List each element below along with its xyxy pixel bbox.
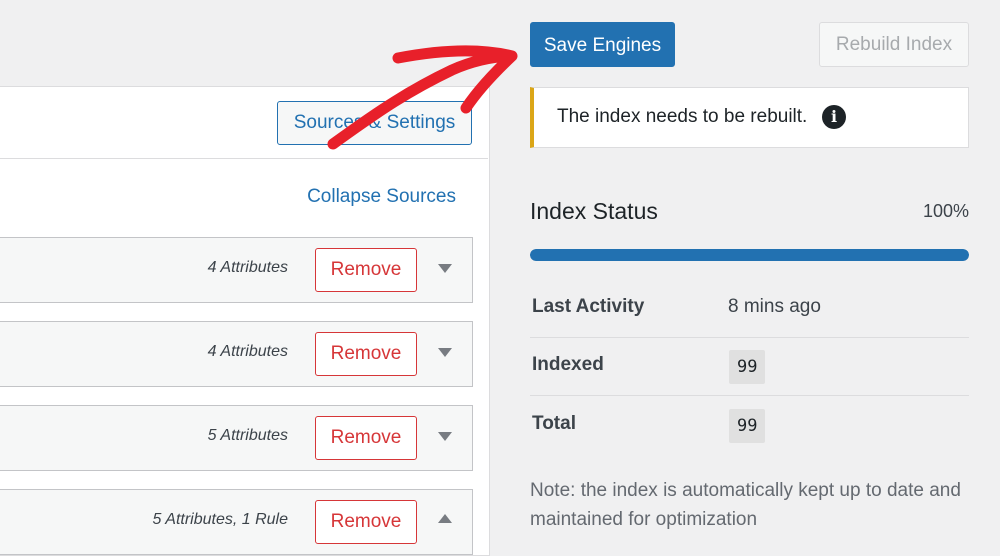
chevron-up-icon[interactable] [438, 514, 452, 523]
remove-source-button[interactable]: Remove [315, 416, 417, 460]
source-row[interactable]: 4 Attributes Remove [0, 321, 473, 387]
source-attributes-label: 4 Attributes [207, 259, 288, 276]
sources-panel-header: Sources & Settings [0, 87, 488, 159]
stat-row-total: Total 99 [530, 397, 969, 455]
remove-source-button[interactable]: Remove [315, 332, 417, 376]
stat-label: Last Activity [532, 296, 645, 317]
source-row[interactable]: 5 Attributes, 1 Rule Remove [0, 489, 473, 555]
index-status-percent: 100% [922, 201, 969, 221]
index-progress-bar [530, 249, 969, 261]
index-progress-fill [530, 249, 969, 261]
stat-row-indexed: Indexed 99 [530, 338, 969, 396]
stat-row-last-activity: Last Activity 8 mins ago [530, 280, 969, 338]
rebuild-index-button[interactable]: Rebuild Index [819, 22, 969, 67]
chevron-down-icon[interactable] [438, 432, 452, 441]
remove-source-button[interactable]: Remove [315, 248, 417, 292]
save-engines-button[interactable]: Save Engines [530, 22, 675, 67]
chevron-down-icon[interactable] [438, 348, 452, 357]
stat-count-badge: 99 [729, 350, 766, 384]
stat-value: 8 mins ago [728, 296, 821, 317]
stat-label: Indexed [532, 354, 604, 375]
stat-count-badge: 99 [729, 409, 766, 443]
source-row[interactable]: 5 Attributes Remove [0, 405, 473, 471]
remove-source-button[interactable]: Remove [315, 500, 417, 544]
index-note: Note: the index is automatically kept up… [530, 480, 961, 530]
collapse-sources-link[interactable]: Collapse Sources [307, 186, 456, 208]
stat-label: Total [532, 413, 576, 434]
source-attributes-label: 5 Attributes [207, 427, 288, 444]
rebuild-notice: The index needs to be rebuilt. i [530, 87, 969, 148]
source-attributes-label: 4 Attributes [207, 343, 288, 360]
index-status-title: Index Status [530, 198, 658, 224]
info-icon[interactable]: i [822, 105, 846, 129]
source-row[interactable]: 4 Attributes Remove [0, 237, 473, 303]
source-attributes-label: 5 Attributes, 1 Rule [152, 511, 288, 528]
notice-text: The index needs to be rebuilt. [557, 106, 808, 127]
chevron-down-icon[interactable] [438, 264, 452, 273]
sources-settings-button[interactable]: Sources & Settings [277, 101, 472, 145]
